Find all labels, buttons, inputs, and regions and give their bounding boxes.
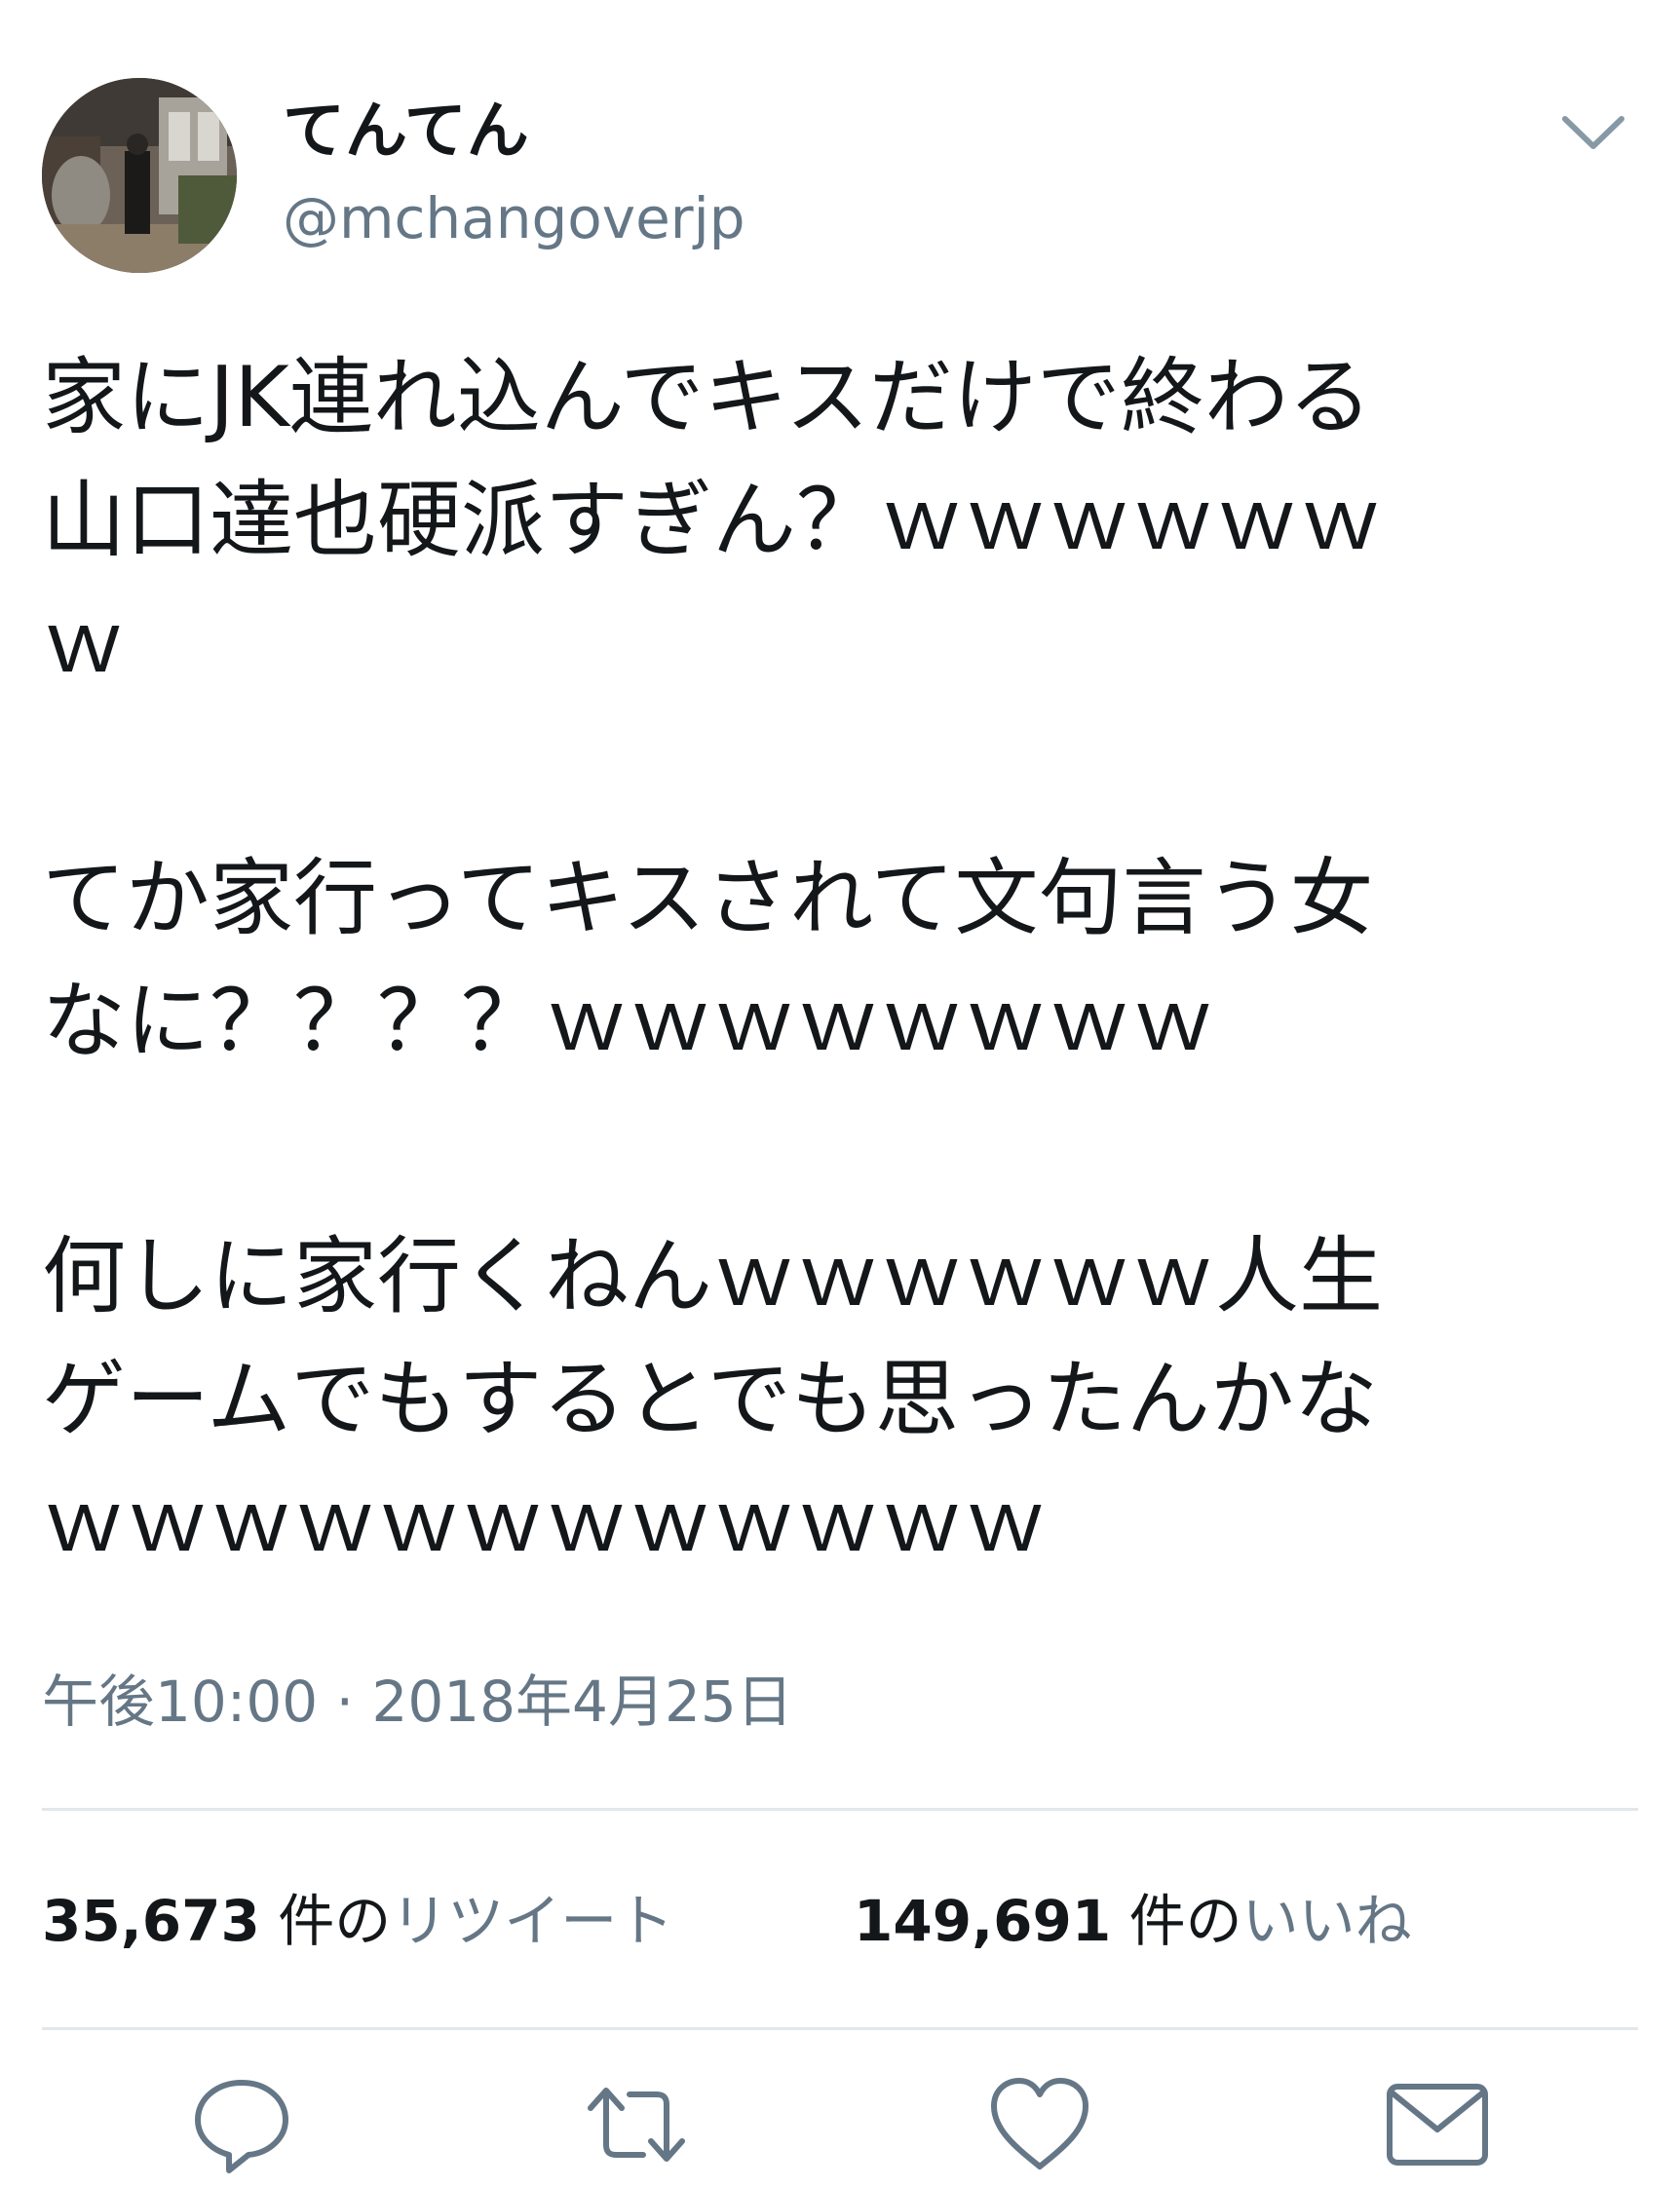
display-name[interactable]: てんてん	[283, 93, 529, 171]
tweet-line: ｗ	[42, 595, 126, 692]
reply-icon	[195, 2080, 288, 2173]
avatar[interactable]	[42, 78, 237, 273]
like-button[interactable]	[986, 2071, 1093, 2178]
tweet-line: 家にJK連れ込んでキスだけで終わる	[42, 349, 1372, 446]
retweet-count: 35,673	[42, 1888, 260, 1954]
like-unit: 件の	[1128, 1888, 1242, 1954]
tweet-line: ｗｗｗｗｗｗｗｗｗｗｗｗ	[42, 1474, 1048, 1571]
tweet-line: てか家行ってキスされて文句言う女	[42, 850, 1374, 947]
like-count-link[interactable]: 149,691 件のいいね	[854, 1886, 1412, 1956]
tweet-timestamp[interactable]: 午後10:00 · 2018年4月25日	[42, 1667, 793, 1737]
retweet-unit: 件の	[278, 1888, 392, 1954]
envelope-icon	[1387, 2084, 1488, 2166]
reply-button[interactable]	[188, 2071, 295, 2178]
tweet-text: 家にJK連れ込んでキスだけで終わる 山口達也硬派すぎん？ｗｗｗｗｗｗ ｗ てか家…	[42, 336, 1640, 1584]
tweet-line: ゲームでもするとでも思ったんかな	[42, 1351, 1378, 1448]
like-label: いいね	[1241, 1888, 1412, 1954]
like-count: 149,691	[854, 1888, 1112, 1954]
tweet-line: なに？？？？ｗｗｗｗｗｗｗｗ	[42, 973, 1215, 1070]
divider	[42, 2027, 1638, 2030]
divider	[42, 1808, 1638, 1811]
retweet-icon	[588, 2088, 685, 2162]
share-button[interactable]	[1384, 2071, 1491, 2178]
retweet-count-link[interactable]: 35,673 件のリツイート	[42, 1886, 673, 1956]
retweet-button[interactable]	[583, 2071, 690, 2178]
avatar-photo	[42, 78, 237, 273]
chevron-down-icon[interactable]	[1559, 109, 1627, 156]
tweet-line: 山口達也硬派すぎん？ｗｗｗｗｗｗ	[42, 472, 1383, 569]
heart-icon	[991, 2078, 1088, 2169]
user-handle[interactable]: @mchangoverjp	[283, 183, 745, 253]
retweet-label: リツイート	[391, 1888, 674, 1954]
tweet-line: 何しに家行くねんｗｗｗｗｗｗ人生	[42, 1228, 1383, 1325]
